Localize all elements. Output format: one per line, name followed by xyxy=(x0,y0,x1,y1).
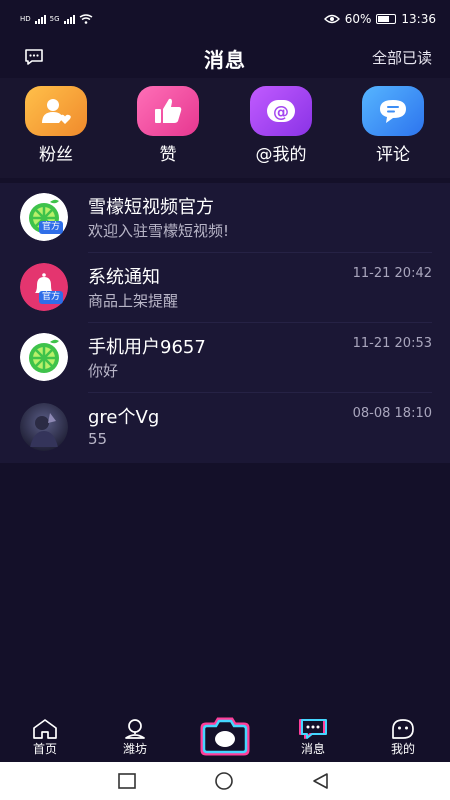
official-badge: 官方 xyxy=(39,221,64,234)
category-shortcuts: 粉丝 赞 @ @我的 评论 xyxy=(0,78,450,178)
category-label: @我的 xyxy=(255,145,307,165)
category-comments[interactable]: 评论 xyxy=(348,86,438,165)
comment-icon xyxy=(362,86,424,136)
category-likes[interactable]: 赞 xyxy=(123,86,213,165)
message-preview: 欢迎入驻雪檬短视频! xyxy=(88,222,230,240)
recent-apps-button[interactable] xyxy=(118,773,136,789)
sender-name: 手机用户9657 xyxy=(88,337,206,358)
wifi-icon xyxy=(79,14,92,24)
message-row-official[interactable]: 官方 雪檬短视频官方 欢迎入驻雪檬短视频! xyxy=(0,183,450,253)
battery-percent: 60% xyxy=(344,12,372,26)
category-label: 评论 xyxy=(376,145,410,165)
message-icon xyxy=(299,719,327,739)
category-label: 赞 xyxy=(159,145,177,165)
official-badge: 官方 xyxy=(39,291,64,304)
sender-name: 系统通知 xyxy=(88,267,160,288)
clock: 13:36 xyxy=(401,12,436,26)
message-preview: 你好 xyxy=(88,362,119,380)
back-button[interactable] xyxy=(311,772,329,790)
message-time: 08-08 18:10 xyxy=(352,406,432,421)
battery-icon xyxy=(376,14,397,24)
page-title: 消息 xyxy=(204,47,246,72)
location-pin-icon xyxy=(125,719,145,739)
svg-text:@: @ xyxy=(273,102,289,121)
eye-icon xyxy=(323,14,340,24)
chat-bubble-icon[interactable] xyxy=(24,48,44,66)
thumbs-up-icon xyxy=(137,86,199,136)
system-nav-bar xyxy=(0,762,450,800)
record-button[interactable] xyxy=(197,716,253,758)
mark-all-read-button[interactable]: 全部已读 xyxy=(372,47,432,68)
home-button[interactable] xyxy=(214,772,234,790)
hd-tag: HD xyxy=(20,15,31,23)
message-row-user[interactable]: 手机用户9657 你好 11-21 20:53 xyxy=(0,323,450,393)
lemon-avatar xyxy=(20,333,68,381)
tab-label: 我的 xyxy=(390,742,415,756)
tab-messages[interactable]: 消息 xyxy=(278,716,348,757)
photo-avatar xyxy=(20,403,68,451)
fans-icon xyxy=(25,86,87,136)
sender-name: gre个Vg xyxy=(88,407,160,428)
category-mentions[interactable]: @ @我的 xyxy=(236,86,326,165)
network-5g-tag: 5G xyxy=(49,15,60,23)
tab-discover[interactable]: 潍坊 xyxy=(100,716,170,757)
signal-4g-icon xyxy=(34,14,46,24)
page-header: 消息 全部已读 xyxy=(0,38,450,78)
camera-icon xyxy=(200,717,250,756)
message-row-user[interactable]: gre个Vg 55 08-08 18:10 xyxy=(0,393,450,463)
tab-label: 消息 xyxy=(300,742,325,756)
tab-home[interactable]: 首页 xyxy=(10,716,80,757)
tab-label: 潍坊 xyxy=(122,742,147,756)
status-bar: HD 5G 60% 13:36 xyxy=(0,0,450,38)
profile-icon xyxy=(392,719,414,739)
at-icon: @ xyxy=(250,86,312,136)
tab-label: 首页 xyxy=(32,742,57,756)
message-list: 官方 雪檬短视频官方 欢迎入驻雪檬短视频! 官方 系统通知 商品上架提醒 11-… xyxy=(0,183,450,463)
bottom-tab-bar: 首页 潍坊 消息 我的 xyxy=(0,712,450,762)
message-time: 11-21 20:53 xyxy=(352,336,432,351)
message-preview: 55 xyxy=(88,430,108,448)
message-time: 11-21 20:42 xyxy=(352,266,432,281)
signal-5g-icon xyxy=(63,14,75,24)
category-fans[interactable]: 粉丝 xyxy=(11,86,101,165)
message-preview: 商品上架提醒 xyxy=(88,292,179,310)
home-icon xyxy=(33,719,57,739)
message-row-system[interactable]: 官方 系统通知 商品上架提醒 11-21 20:42 xyxy=(0,253,450,323)
signal-indicators: HD 5G xyxy=(20,14,93,24)
tab-mine[interactable]: 我的 xyxy=(368,716,438,757)
category-label: 粉丝 xyxy=(39,145,73,165)
sender-name: 雪檬短视频官方 xyxy=(88,197,214,218)
